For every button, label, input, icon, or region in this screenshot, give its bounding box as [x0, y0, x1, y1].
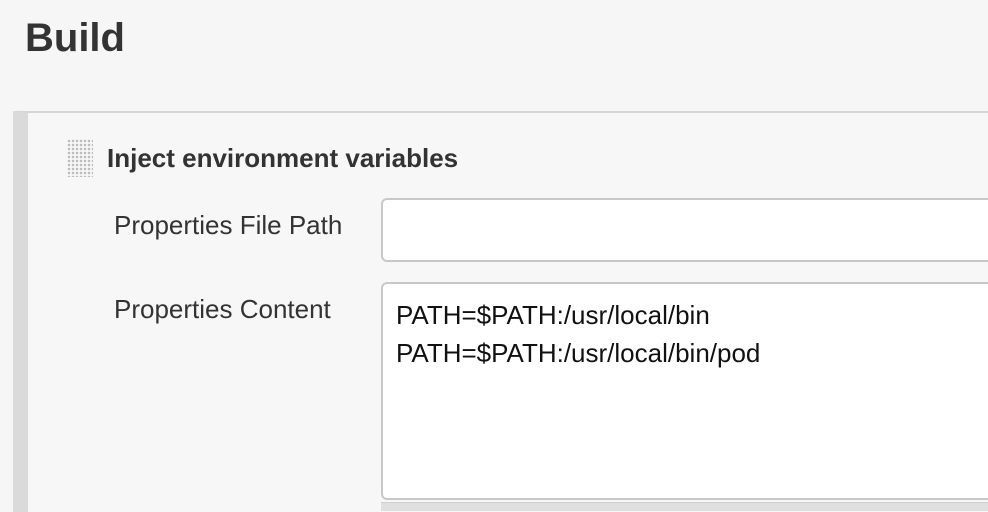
drag-handle-icon[interactable]	[67, 139, 93, 177]
properties-file-path-input[interactable]	[381, 198, 988, 262]
textarea-resize-handle[interactable]	[381, 502, 988, 511]
inject-env-vars-build-step: Inject environment variables Properties …	[13, 111, 988, 512]
properties-content-textarea[interactable]: PATH=$PATH:/usr/local/bin PATH=$PATH:/us…	[381, 282, 988, 500]
properties-file-path-label: Properties File Path	[114, 210, 343, 240]
build-section-title: Build	[25, 16, 125, 60]
jenkins-build-config-page: Build Inject environment variables Prope…	[0, 0, 988, 512]
build-step-title: Inject environment variables	[107, 143, 459, 173]
properties-content-label: Properties Content	[114, 294, 331, 324]
